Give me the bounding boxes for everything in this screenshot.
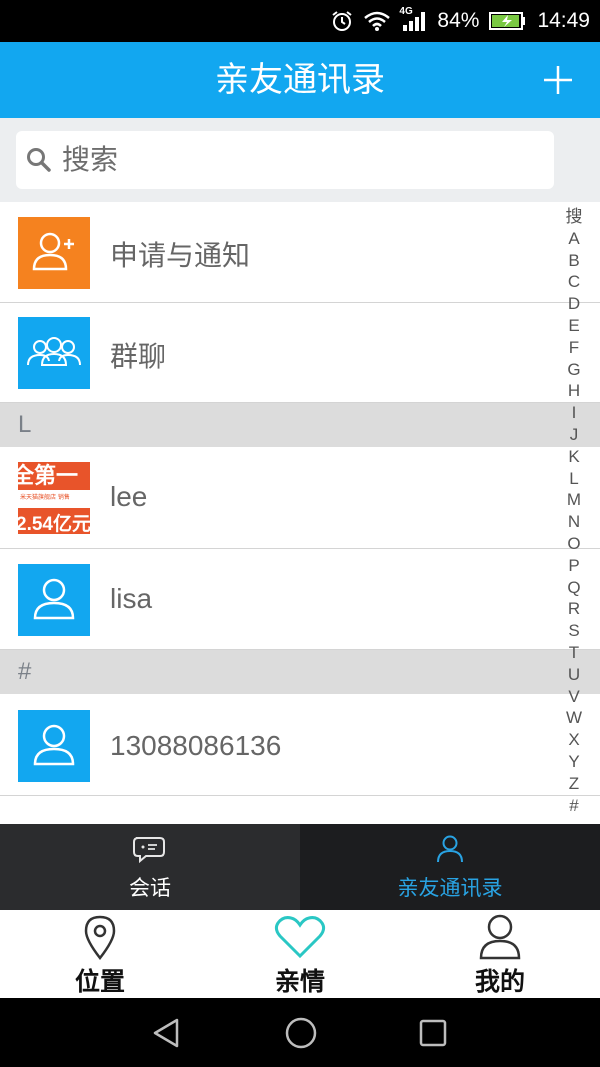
- search-icon: [26, 147, 52, 177]
- home-circle-icon: [285, 1017, 317, 1049]
- nav-me[interactable]: 我的: [400, 910, 600, 998]
- clock: 14:49: [537, 9, 590, 32]
- alphabet-index-item[interactable]: N: [568, 511, 580, 533]
- alphabet-index-item[interactable]: L: [569, 468, 578, 490]
- search-input[interactable]: 搜索: [16, 131, 554, 189]
- alphabet-index-item[interactable]: T: [569, 642, 579, 664]
- tab-conversations[interactable]: 会话: [0, 824, 300, 910]
- network-type: 4G: [399, 6, 413, 17]
- plus-icon: [544, 66, 572, 94]
- home-button[interactable]: [284, 1016, 318, 1054]
- avatar-text-line2: 米天猫旗舰店 销售: [20, 494, 70, 501]
- list-item-group-chat[interactable]: 群聊: [0, 303, 600, 403]
- alphabet-index-item[interactable]: G: [567, 359, 580, 381]
- tab-label: 会话: [129, 876, 171, 900]
- search-bar: 搜索: [0, 118, 600, 202]
- alphabet-index-item[interactable]: #: [569, 795, 578, 817]
- list-item-label: 申请与通知: [110, 239, 251, 272]
- profile-icon: [478, 912, 522, 964]
- alphabet-index-item[interactable]: R: [568, 598, 580, 620]
- alphabet-index-item[interactable]: J: [570, 424, 579, 446]
- section-header: L: [0, 403, 600, 447]
- group-icon: [18, 317, 90, 389]
- wifi-icon: [363, 10, 391, 32]
- tab-contacts[interactable]: 亲友通讯录: [300, 824, 600, 910]
- alphabet-index-item[interactable]: K: [568, 446, 579, 468]
- back-button[interactable]: [150, 1018, 182, 1052]
- location-pin-icon: [82, 914, 118, 964]
- avatar: 全第一 米天猫旗舰店 销售 2.54亿元: [18, 462, 90, 534]
- contact-name: lee: [110, 481, 148, 512]
- alphabet-index-item[interactable]: U: [568, 664, 580, 686]
- tab-label: 亲友通讯录: [397, 876, 503, 900]
- alphabet-index-item[interactable]: 搜: [566, 206, 583, 228]
- recents-square-icon: [419, 1019, 447, 1047]
- nav-location[interactable]: 位置: [0, 910, 200, 998]
- alphabet-index-item[interactable]: C: [568, 271, 580, 293]
- signal-icon: 4G: [399, 6, 427, 32]
- alphabet-index-item[interactable]: Z: [569, 773, 579, 795]
- avatar-text-line1: 全第一: [18, 464, 79, 489]
- add-contact-button[interactable]: [542, 64, 574, 96]
- tab-bar: 会话 亲友通讯录: [0, 824, 600, 910]
- battery-percent: 84%: [437, 9, 480, 32]
- contact-row[interactable]: 全第一 米天猫旗舰店 销售 2.54亿元 lee: [0, 447, 600, 549]
- user-icon: [18, 564, 90, 636]
- nav-label: 我的: [474, 967, 525, 996]
- contact-name: 13088086136: [110, 730, 282, 761]
- add-friend-icon: [18, 217, 90, 289]
- app-header: 亲友通讯录: [0, 42, 600, 118]
- battery-charging-icon: [489, 11, 527, 31]
- list-item-notifications[interactable]: 申请与通知: [0, 202, 600, 303]
- alphabet-index-item[interactable]: H: [568, 380, 580, 402]
- alarm-icon: [331, 10, 353, 32]
- contact-name: lisa: [110, 583, 153, 614]
- alphabet-index-item[interactable]: X: [568, 729, 579, 751]
- back-triangle-icon: [153, 1018, 179, 1048]
- chat-bubble-icon: [132, 834, 168, 868]
- page-title: 亲友通讯录: [215, 60, 385, 100]
- contact-row[interactable]: 13088086136: [0, 694, 600, 796]
- alphabet-index-item[interactable]: E: [568, 315, 579, 337]
- avatar-text-line3: 2.54亿元: [18, 514, 90, 534]
- bottom-nav: 位置 亲情 我的: [0, 910, 600, 998]
- alphabet-index[interactable]: 搜 A B C D E F G H I J K L M N O P Q R S T U V W X Y Z #: [562, 206, 586, 816]
- nav-family[interactable]: 亲情: [200, 910, 400, 998]
- alphabet-index-item[interactable]: S: [568, 620, 579, 642]
- alphabet-index-item[interactable]: Q: [567, 577, 580, 599]
- nav-label: 亲情: [274, 967, 325, 996]
- alphabet-index-item[interactable]: D: [568, 293, 580, 315]
- heart-icon: [274, 914, 326, 964]
- alphabet-index-item[interactable]: P: [568, 555, 579, 577]
- alphabet-index-item[interactable]: W: [566, 707, 582, 729]
- status-bar: 4G 84% 14:49: [0, 0, 600, 42]
- contact-row[interactable]: lisa: [0, 549, 600, 650]
- section-header: #: [0, 650, 600, 694]
- user-icon: [18, 710, 90, 782]
- recents-button[interactable]: [418, 1018, 448, 1052]
- search-placeholder: 搜索: [62, 143, 119, 176]
- alphabet-index-item[interactable]: B: [568, 250, 579, 272]
- list-item-label: 群聊: [110, 340, 167, 373]
- alphabet-index-item[interactable]: M: [567, 489, 581, 511]
- alphabet-index-item[interactable]: O: [567, 533, 580, 555]
- nav-label: 位置: [74, 967, 125, 996]
- alphabet-index-item[interactable]: A: [568, 228, 579, 250]
- user-icon: [436, 834, 464, 868]
- alphabet-index-item[interactable]: V: [568, 686, 579, 708]
- system-nav-bar: [0, 998, 600, 1067]
- alphabet-index-item[interactable]: Y: [568, 751, 579, 773]
- alphabet-index-item[interactable]: F: [569, 337, 579, 359]
- alphabet-index-item[interactable]: I: [572, 402, 577, 424]
